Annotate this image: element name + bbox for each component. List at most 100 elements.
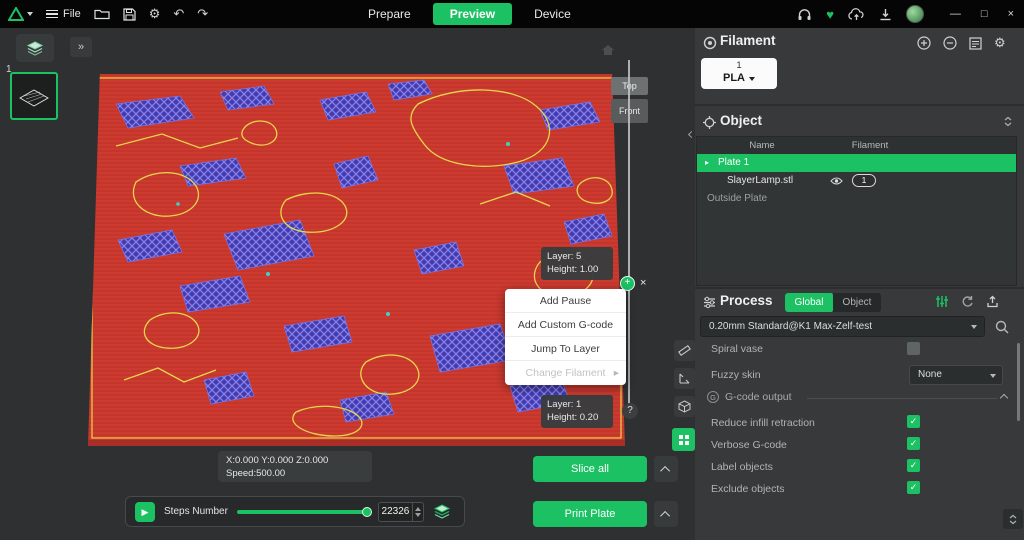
file-menu[interactable]: File: [46, 8, 81, 21]
lower-tip-height: Height: 0.20: [547, 411, 607, 424]
flush-options-icon[interactable]: [969, 37, 982, 50]
expand-toolbar-button[interactable]: »: [70, 37, 92, 57]
chevron-left-icon: [687, 131, 694, 138]
grid-view-button[interactable]: [672, 428, 695, 451]
top-menu-bar: File ⚙ ↶ ↷ Prepare Preview Device ♥ — □ …: [0, 0, 1024, 28]
reset-preset-icon[interactable]: [961, 295, 974, 308]
setting-spiral-vase-checkbox[interactable]: [907, 342, 920, 355]
redo-icon[interactable]: ↷: [197, 0, 208, 28]
row-outside-plate-label: Outside Plate: [707, 190, 767, 208]
menu-item-change-filament[interactable]: Change Filament ▸: [505, 361, 626, 385]
menu-item-jump-to-layer[interactable]: Jump To Layer: [505, 337, 626, 361]
steps-layers-icon: [433, 504, 451, 519]
cube-icon: [678, 400, 691, 413]
steps-spinner[interactable]: [412, 503, 423, 521]
play-button[interactable]: ▶: [135, 502, 155, 522]
fuzzy-skin-caret-icon: [990, 374, 996, 378]
table-row-plate[interactable]: ▸ Plate 1: [697, 154, 1016, 172]
collapse-all-button[interactable]: [1003, 509, 1023, 529]
steps-value-stepper[interactable]: 22326: [378, 502, 424, 522]
cube-view-button[interactable]: [674, 396, 695, 417]
add-filament-icon[interactable]: [917, 36, 931, 50]
filament-settings-gear-icon[interactable]: ⚙: [994, 35, 1006, 51]
row-object-name: SlayerLamp.stl: [727, 172, 793, 190]
spinner-up-icon[interactable]: [415, 507, 421, 511]
print-options-expander[interactable]: [654, 501, 678, 527]
process-preset-select[interactable]: 0.20mm Standard@K1 Max-Zelf-test: [700, 316, 985, 337]
section-divider: [695, 104, 1024, 106]
setting-exclude-objects-checkbox[interactable]: ✓: [907, 481, 920, 494]
layer-slider-close-icon[interactable]: ×: [640, 277, 646, 289]
remove-filament-icon[interactable]: [943, 36, 957, 50]
print-plate-button[interactable]: Print Plate: [533, 501, 647, 527]
setting-exclude-objects-label: Exclude objects: [711, 483, 785, 495]
open-file-icon[interactable]: [94, 8, 110, 20]
setting-label-objects-label: Label objects: [711, 461, 773, 473]
app-logo[interactable]: [8, 7, 33, 21]
object-table-header: Name Filament: [697, 137, 1016, 154]
process-section-title: Process: [720, 293, 773, 308]
table-row-object[interactable]: SlayerLamp.stl 1: [697, 172, 1016, 190]
search-preset-icon[interactable]: [995, 320, 1009, 334]
cloud-upload-icon[interactable]: [848, 8, 865, 21]
coords-line2: Speed:500.00: [226, 467, 364, 480]
logo-dropdown-caret-icon: [27, 12, 33, 16]
tab-prepare[interactable]: Prepare: [368, 7, 411, 21]
layer-slider-track[interactable]: [628, 60, 630, 405]
layer-tooltip-upper: Layer: 5 Height: 1.00: [541, 247, 613, 280]
filament-material: PLA: [723, 72, 745, 85]
plate-thumbnail[interactable]: [10, 72, 58, 120]
filament-dropdown-caret-icon[interactable]: [749, 77, 755, 81]
favorites-heart-icon[interactable]: ♥: [826, 7, 834, 22]
tab-preview[interactable]: Preview: [433, 3, 512, 25]
help-button[interactable]: ?: [622, 403, 638, 419]
spinner-down-icon[interactable]: [415, 513, 421, 517]
slice-options-expander[interactable]: [654, 456, 678, 482]
menu-item-add-custom-gcode[interactable]: Add Custom G-code: [505, 313, 626, 337]
filament-card[interactable]: 1 PLA: [701, 58, 777, 89]
settings-scrollbar[interactable]: [1017, 343, 1020, 421]
setting-label-objects-checkbox[interactable]: ✓: [907, 459, 920, 472]
maximize-button[interactable]: □: [981, 8, 988, 20]
group-collapse-chevron-icon[interactable]: [1000, 394, 1008, 402]
user-avatar[interactable]: [906, 5, 924, 23]
undo-icon[interactable]: ↶: [173, 0, 184, 28]
gcode-group-icon: G: [707, 391, 719, 403]
app-window: File ⚙ ↶ ↷ Prepare Preview Device ♥ — □ …: [0, 0, 1024, 540]
save-icon[interactable]: [123, 8, 136, 21]
scope-object-button[interactable]: Object: [833, 293, 881, 312]
collapse-list-icon[interactable]: [1003, 116, 1013, 127]
row-expand-arrow-icon[interactable]: ▸: [705, 154, 709, 172]
settings-gear-icon[interactable]: ⚙: [149, 0, 161, 28]
table-row-outside-plate[interactable]: Outside Plate: [697, 190, 1016, 208]
download-icon[interactable]: [879, 8, 892, 21]
upper-tip-layer: Layer: 5: [547, 250, 607, 263]
close-button[interactable]: ×: [1008, 8, 1014, 20]
setting-fuzzy-skin-select[interactable]: None: [909, 365, 1003, 385]
slice-all-button[interactable]: Slice all: [533, 456, 647, 482]
filament-spool-icon: [703, 36, 717, 50]
tab-device[interactable]: Device: [534, 7, 571, 21]
minimize-button[interactable]: —: [950, 8, 961, 20]
advanced-settings-icon[interactable]: [935, 295, 949, 308]
setting-verbose-gcode-checkbox[interactable]: ✓: [907, 437, 920, 450]
home-view-icon[interactable]: [601, 44, 615, 56]
chevron-up-icon: [660, 465, 670, 475]
viewport-3d[interactable]: » 1: [0, 28, 695, 540]
steps-slider-handle[interactable]: [362, 507, 372, 517]
scope-global-button[interactable]: Global: [785, 293, 833, 312]
dimension-tool-button[interactable]: [674, 368, 695, 389]
filament-assignment-badge[interactable]: 1: [852, 174, 876, 187]
visibility-eye-icon[interactable]: [830, 176, 843, 186]
panel-collapse-handle[interactable]: [684, 118, 695, 151]
measure-tool-button[interactable]: [674, 340, 695, 361]
support-headset-icon[interactable]: [797, 8, 812, 21]
layer-tooltip-lower: Layer: 1 Height: 0.20: [541, 395, 613, 428]
setting-reduce-infill-checkbox[interactable]: ✓: [907, 415, 920, 428]
submenu-arrow-icon: ▸: [614, 361, 619, 385]
menu-item-add-pause[interactable]: Add Pause: [505, 289, 626, 313]
steps-slider-track[interactable]: [237, 510, 369, 514]
plate-thumbnail-sketch: [12, 74, 56, 118]
slice-plate-tool-button[interactable]: [16, 34, 54, 62]
save-preset-icon[interactable]: [986, 295, 999, 308]
